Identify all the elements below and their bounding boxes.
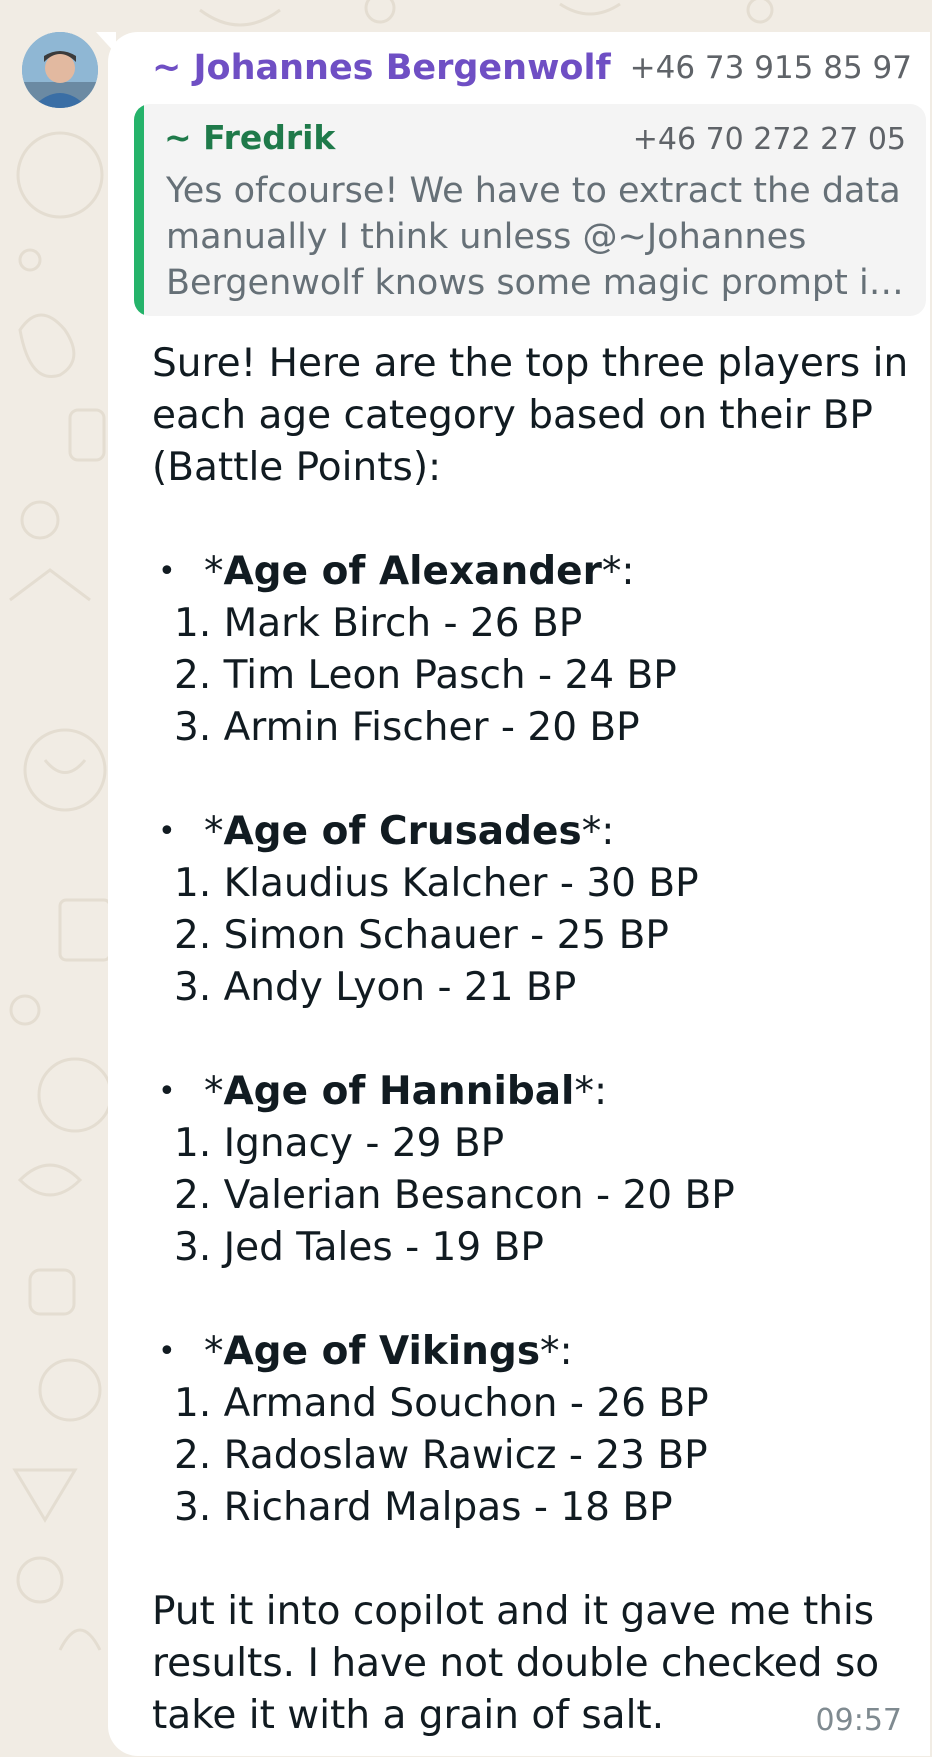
sender-header: ~ Johannes Bergenwolf +46 73 915 85 97 xyxy=(152,44,912,92)
bold-marker: *: xyxy=(581,809,615,854)
bullet-icon: • xyxy=(158,554,176,589)
bullet-icon: • xyxy=(158,1074,176,1109)
message-bubble[interactable]: ~ Johannes Bergenwolf +46 73 915 85 97 ~… xyxy=(108,32,930,1756)
ranking-item: 2. Radoslaw Rawicz - 23 BP xyxy=(174,1433,708,1478)
category-name: Age of Crusades xyxy=(223,809,582,854)
category-block: • *Age of Crusades*: 1. Klaudius Kalcher … xyxy=(152,806,912,1014)
bold-marker: * xyxy=(204,1329,224,1374)
sender-avatar[interactable] xyxy=(22,32,98,108)
category-heading: • *Age of Vikings*: xyxy=(152,1326,912,1378)
bold-marker: * xyxy=(204,1069,224,1114)
message-closing: Put it into copilot and it gave me this … xyxy=(152,1589,880,1738)
ranking-item: 2. Tim Leon Pasch - 24 BP xyxy=(174,653,677,698)
ranking-item: 3. Andy Lyon - 21 BP xyxy=(174,965,577,1010)
ranking-item: 2. Simon Schauer - 25 BP xyxy=(174,913,669,958)
message-timestamp: 09:57 xyxy=(815,1703,902,1738)
bullet-icon: • xyxy=(158,1334,176,1369)
category-block: • *Age of Hannibal*: 1. Ignacy - 29 BP 2.… xyxy=(152,1066,912,1274)
quoted-sender-phone: +46 70 272 27 05 xyxy=(632,122,906,157)
category-name: Age of Vikings xyxy=(223,1329,541,1374)
bold-marker: * xyxy=(204,549,224,594)
ranking-list: 1. Klaudius Kalcher - 30 BP 2. Simon Sch… xyxy=(152,858,912,1014)
ranking-item: 3. Richard Malpas - 18 BP xyxy=(174,1485,673,1530)
bullet-icon: • xyxy=(158,814,176,849)
category-name: Age of Hannibal xyxy=(223,1069,575,1114)
category-heading: • *Age of Crusades*: xyxy=(152,806,912,858)
message-intro: Sure! Here are the top three players in … xyxy=(152,341,909,490)
ranking-item: 3. Armin Fischer - 20 BP xyxy=(174,705,640,750)
sender-name[interactable]: ~ Johannes Bergenwolf xyxy=(152,48,611,88)
category-heading: • *Age of Hannibal*: xyxy=(152,1066,912,1118)
quoted-message[interactable]: ~ Fredrik +46 70 272 27 05 Yes ofcourse!… xyxy=(134,104,926,316)
category-heading: • *Age of Alexander*: xyxy=(152,546,912,598)
ranking-item: 2. Valerian Besancon - 20 BP xyxy=(174,1173,735,1218)
sender-phone: +46 73 915 85 97 xyxy=(629,50,912,86)
ranking-item: 1. Klaudius Kalcher - 30 BP xyxy=(174,861,699,906)
bold-marker: *: xyxy=(540,1329,573,1374)
bold-marker: *: xyxy=(601,549,635,594)
ranking-item: 3. Jed Tales - 19 BP xyxy=(174,1225,544,1270)
ranking-list: 1. Ignacy - 29 BP 2. Valerian Besancon -… xyxy=(152,1118,912,1274)
message-body: Sure! Here are the top three players in … xyxy=(152,338,912,1742)
category-block: • *Age of Vikings*: 1. Armand Souchon - 2… xyxy=(152,1326,912,1534)
ranking-list: 1. Armand Souchon - 26 BP 2. Radoslaw Ra… xyxy=(152,1378,912,1534)
category-block: • *Age of Alexander*: 1. Mark Birch - 26 … xyxy=(152,546,912,754)
ranking-list: 1. Mark Birch - 26 BP 2. Tim Leon Pasch … xyxy=(152,598,912,754)
bold-marker: *: xyxy=(574,1069,608,1114)
quoted-text: Yes ofcourse! We have to extract the dat… xyxy=(166,171,904,303)
quote-accent-bar xyxy=(134,104,144,316)
category-name: Age of Alexander xyxy=(223,549,602,594)
ranking-item: 1. Mark Birch - 26 BP xyxy=(174,601,583,646)
ranking-item: 1. Ignacy - 29 BP xyxy=(174,1121,505,1166)
ranking-item: 1. Armand Souchon - 26 BP xyxy=(174,1381,709,1426)
bold-marker: * xyxy=(204,809,224,854)
quoted-sender-name: ~ Fredrik xyxy=(164,118,336,157)
user-photo-icon xyxy=(22,32,98,108)
